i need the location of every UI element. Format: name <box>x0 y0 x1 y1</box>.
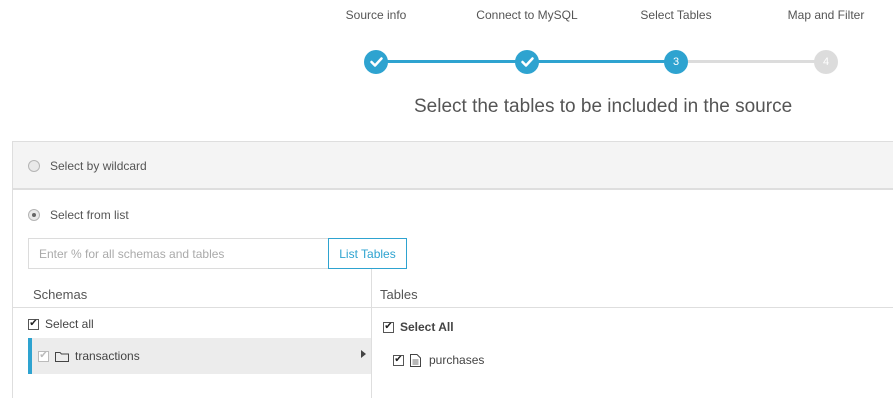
tables-header: Tables <box>380 287 418 302</box>
step-label-connect-mysql: Connect to MySQL <box>476 8 578 22</box>
step-1-check-icon[interactable] <box>364 50 388 74</box>
step-label-map-filter: Map and Filter <box>787 8 865 22</box>
schema-item[interactable]: ✔ transactions <box>38 349 140 363</box>
folder-icon <box>55 351 69 362</box>
step-2-check-icon[interactable] <box>515 50 539 74</box>
chevron-right-icon[interactable] <box>361 350 366 358</box>
schema-name: transactions <box>75 349 140 363</box>
list-option-label: Select from list <box>50 208 129 222</box>
schemas-select-all[interactable]: ✔ Select all <box>28 317 94 331</box>
tables-select-all-checkbox[interactable]: ✔ <box>383 321 394 333</box>
tables-select-all-label: Select All <box>400 320 454 334</box>
list-tables-button[interactable]: List Tables <box>328 238 407 269</box>
stepper-remaining-line <box>676 60 826 63</box>
step-label-select-tables: Select Tables <box>640 8 712 22</box>
step-4-marker: 4 <box>814 50 838 74</box>
header-divider <box>12 307 893 308</box>
schemas-select-all-label: Select all <box>45 317 94 331</box>
table-checkbox[interactable]: ✔ <box>393 354 404 366</box>
document-icon <box>410 353 421 367</box>
schemas-select-all-checkbox[interactable]: ✔ <box>28 318 39 330</box>
schema-checkbox[interactable]: ✔ <box>38 350 49 362</box>
tables-select-all[interactable]: ✔ Select All <box>383 320 454 334</box>
list-radio[interactable] <box>28 209 40 221</box>
wildcard-option-label: Select by wildcard <box>50 159 147 173</box>
search-input[interactable] <box>28 238 328 269</box>
page-heading: Select the tables to be included in the … <box>414 96 793 117</box>
table-item[interactable]: ✔ purchases <box>393 353 484 367</box>
wildcard-radio[interactable] <box>28 160 40 172</box>
wildcard-option[interactable]: Select by wildcard <box>28 159 147 173</box>
step-3-marker: 3 <box>664 50 688 74</box>
list-option[interactable]: Select from list <box>28 208 129 222</box>
step-label-source-info: Source info <box>345 8 407 22</box>
column-divider <box>371 269 372 398</box>
schemas-header: Schemas <box>33 287 88 302</box>
table-name: purchases <box>429 353 485 367</box>
